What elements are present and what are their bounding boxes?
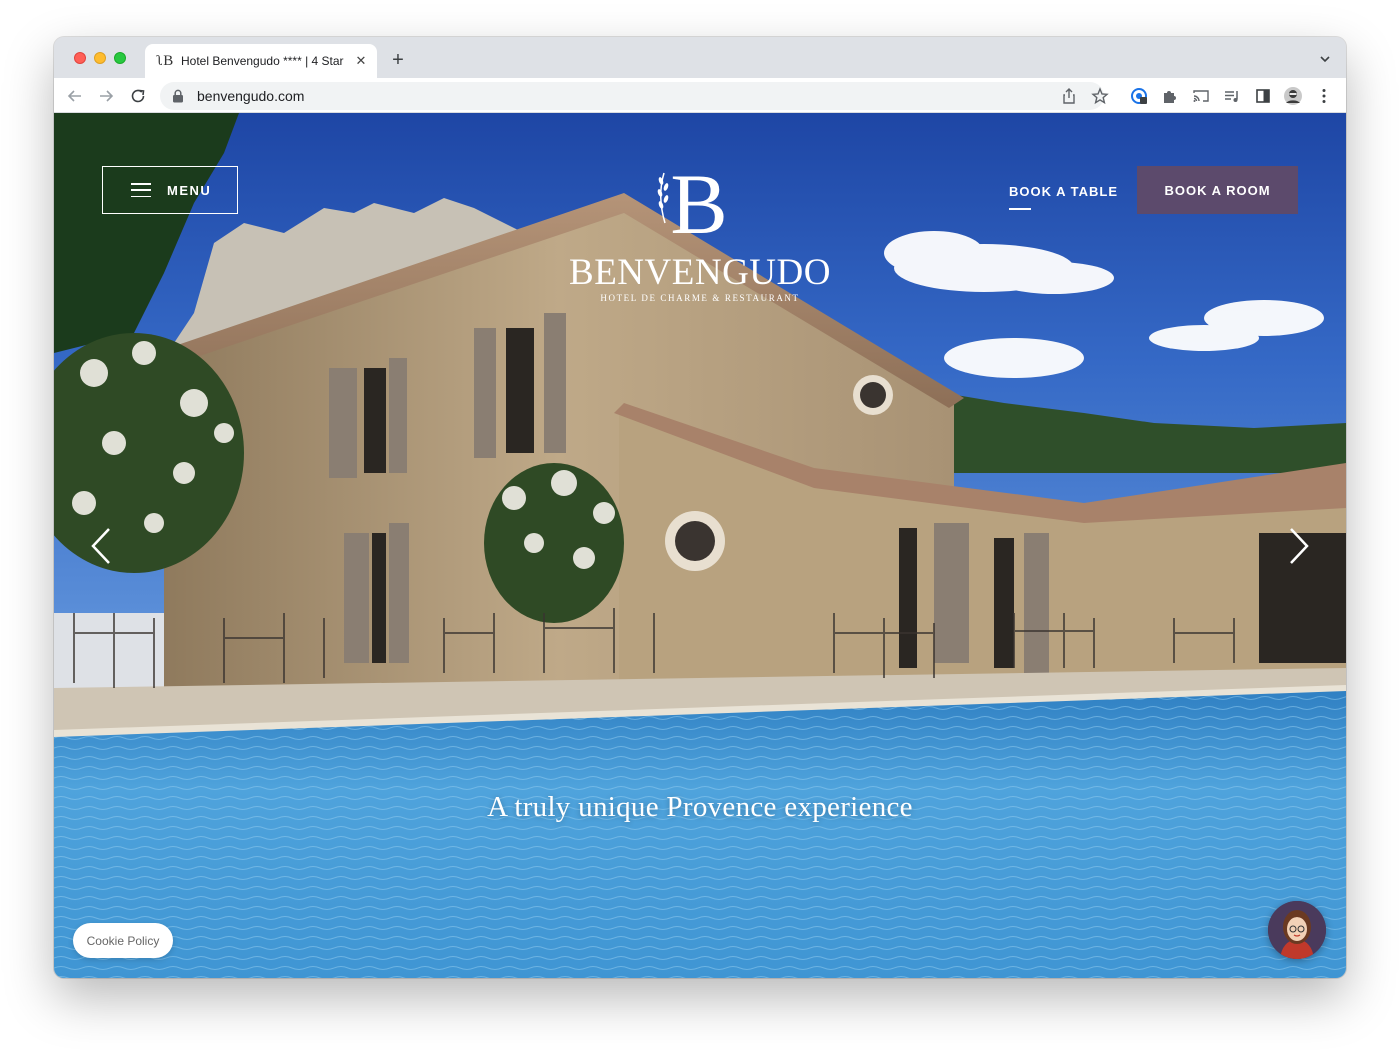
browser-window: ʅB Hotel Benvengudo **** | 4 Star ✕ + be… xyxy=(54,37,1346,978)
share-icon[interactable] xyxy=(1059,86,1079,106)
hero-tagline: A truly unique Provence experience xyxy=(487,791,913,823)
svg-text:B: B xyxy=(670,161,727,243)
star-icon[interactable] xyxy=(1090,86,1110,106)
close-tab-icon[interactable]: ✕ xyxy=(353,53,369,69)
cookie-policy-button[interactable]: Cookie Policy xyxy=(73,923,173,958)
sidebar-icon[interactable] xyxy=(1253,86,1273,106)
tab-strip: ʅB Hotel Benvengudo **** | 4 Star ✕ + xyxy=(54,37,1346,78)
site-logo[interactable]: B BENVENGUDO HOTEL DE CHARME & RESTAURAN… xyxy=(554,161,846,307)
back-icon[interactable] xyxy=(64,85,86,107)
extension-icon[interactable] xyxy=(1129,86,1149,106)
book-room-button[interactable]: BOOK A ROOM xyxy=(1137,166,1298,214)
reload-icon[interactable] xyxy=(127,85,149,107)
logo-tagline: HOTEL DE CHARME & RESTAURANT xyxy=(600,293,800,303)
logo-monogram-icon: B xyxy=(657,161,728,243)
menu-label: MENU xyxy=(167,182,212,198)
logo-name: BENVENGUDO xyxy=(569,252,831,293)
slider-next-arrow-icon[interactable] xyxy=(1287,526,1311,566)
book-table-link[interactable]: BOOK A TABLE xyxy=(1009,184,1118,199)
address-bar[interactable]: benvengudo.com xyxy=(160,82,1104,110)
lock-icon[interactable] xyxy=(172,89,184,103)
url-text: benvengudo.com xyxy=(197,88,305,104)
kebab-menu-icon[interactable] xyxy=(1314,86,1334,106)
site-favicon-icon: ʅB xyxy=(156,52,174,69)
page-viewport: MENU B BENVENGUDO HOTEL DE CHARME & REST… xyxy=(54,113,1346,978)
cast-icon[interactable] xyxy=(1191,86,1211,106)
close-window-button[interactable] xyxy=(74,52,86,64)
media-icon[interactable] xyxy=(1222,86,1242,106)
minimize-window-button[interactable] xyxy=(94,52,106,64)
menu-button[interactable]: MENU xyxy=(102,166,238,214)
profile-icon[interactable] xyxy=(1283,86,1303,106)
tab-title: Hotel Benvengudo **** | 4 Star xyxy=(181,54,344,68)
chat-assistant-avatar-icon[interactable] xyxy=(1268,901,1326,959)
puzzle-icon[interactable] xyxy=(1160,86,1180,106)
book-table-underline xyxy=(1009,208,1031,210)
slider-prev-arrow-icon[interactable] xyxy=(89,526,113,566)
browser-tab[interactable]: ʅB Hotel Benvengudo **** | 4 Star ✕ xyxy=(145,44,377,78)
zoom-window-button[interactable] xyxy=(114,52,126,64)
tab-search-chevron-icon[interactable] xyxy=(1318,52,1332,66)
forward-icon[interactable] xyxy=(95,85,117,107)
browser-toolbar: benvengudo.com xyxy=(54,78,1346,113)
new-tab-button[interactable]: + xyxy=(388,50,408,70)
hamburger-icon xyxy=(131,183,151,197)
